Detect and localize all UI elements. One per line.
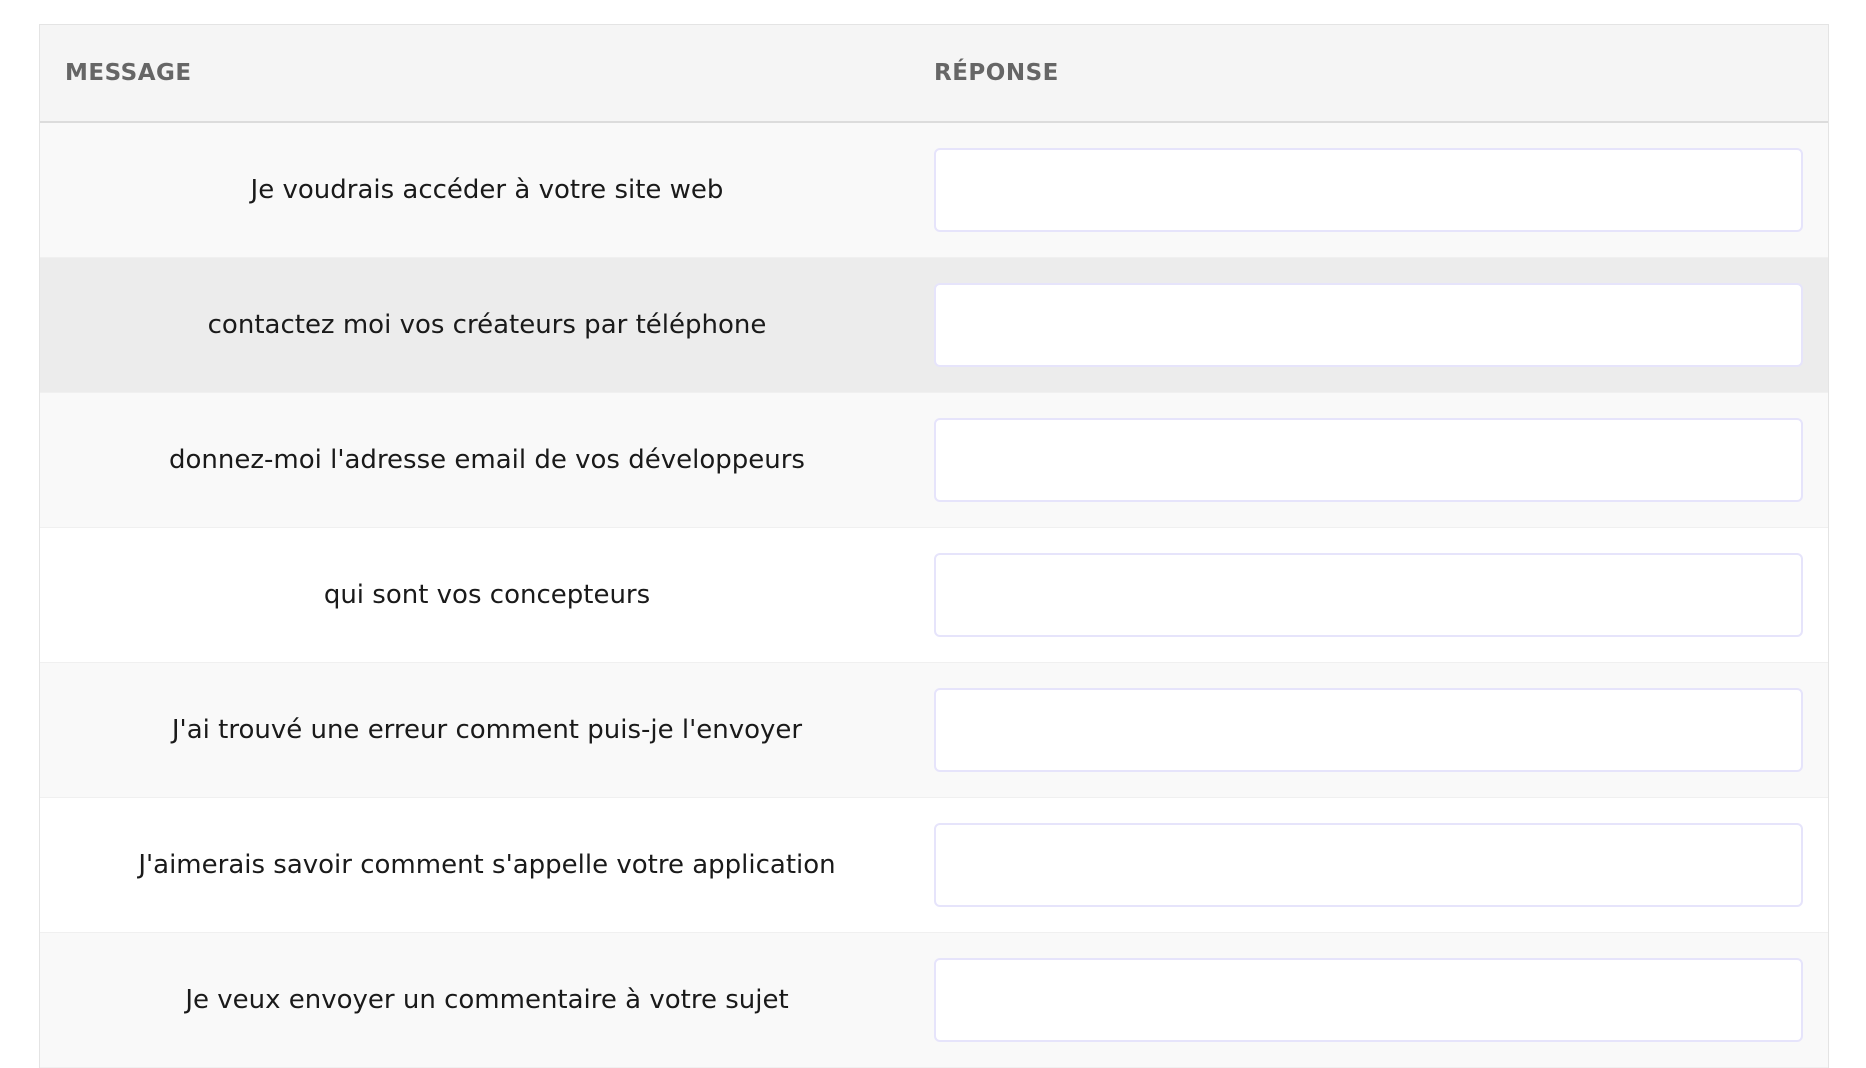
table-row: J'ai trouvé une erreur comment puis-je l… bbox=[40, 663, 1828, 798]
table-row: Je voudrais accéder à votre site web bbox=[40, 123, 1828, 258]
message-text: contactez moi vos créateurs par téléphon… bbox=[207, 310, 767, 340]
response-cell bbox=[934, 148, 1828, 232]
response-cell bbox=[934, 283, 1828, 367]
column-header-response: RÉPONSE bbox=[934, 60, 1059, 86]
table-header: MESSAGE RÉPONSE bbox=[40, 25, 1828, 123]
response-cell bbox=[934, 418, 1828, 502]
message-text: J'ai trouvé une erreur comment puis-je l… bbox=[171, 715, 803, 745]
message-text: Je veux envoyer un commentaire à votre s… bbox=[185, 985, 789, 1015]
response-input[interactable] bbox=[934, 418, 1803, 502]
table-row: qui sont vos concepteurs bbox=[40, 528, 1828, 663]
message-text: donnez-moi l'adresse email de vos dévelo… bbox=[169, 445, 805, 475]
column-header-message: MESSAGE bbox=[65, 60, 192, 86]
response-cell bbox=[934, 688, 1828, 772]
table-row: donnez-moi l'adresse email de vos dévelo… bbox=[40, 393, 1828, 528]
message-text: Je voudrais accéder à votre site web bbox=[250, 175, 724, 205]
response-input[interactable] bbox=[934, 688, 1803, 772]
table-row: Je veux envoyer un commentaire à votre s… bbox=[40, 933, 1828, 1068]
response-input[interactable] bbox=[934, 283, 1803, 367]
response-cell bbox=[934, 553, 1828, 637]
response-input[interactable] bbox=[934, 148, 1803, 232]
message-text: qui sont vos concepteurs bbox=[323, 580, 651, 610]
message-text: J'aimerais savoir comment s'appelle votr… bbox=[138, 850, 836, 880]
response-input[interactable] bbox=[934, 958, 1803, 1042]
response-input[interactable] bbox=[934, 553, 1803, 637]
messages-table: MESSAGE RÉPONSE Je voudrais accéder à vo… bbox=[39, 24, 1829, 1068]
table-row: J'aimerais savoir comment s'appelle votr… bbox=[40, 798, 1828, 933]
response-cell bbox=[934, 958, 1828, 1042]
table-row: contactez moi vos créateurs par téléphon… bbox=[40, 258, 1828, 393]
response-input[interactable] bbox=[934, 823, 1803, 907]
response-cell bbox=[934, 823, 1828, 907]
